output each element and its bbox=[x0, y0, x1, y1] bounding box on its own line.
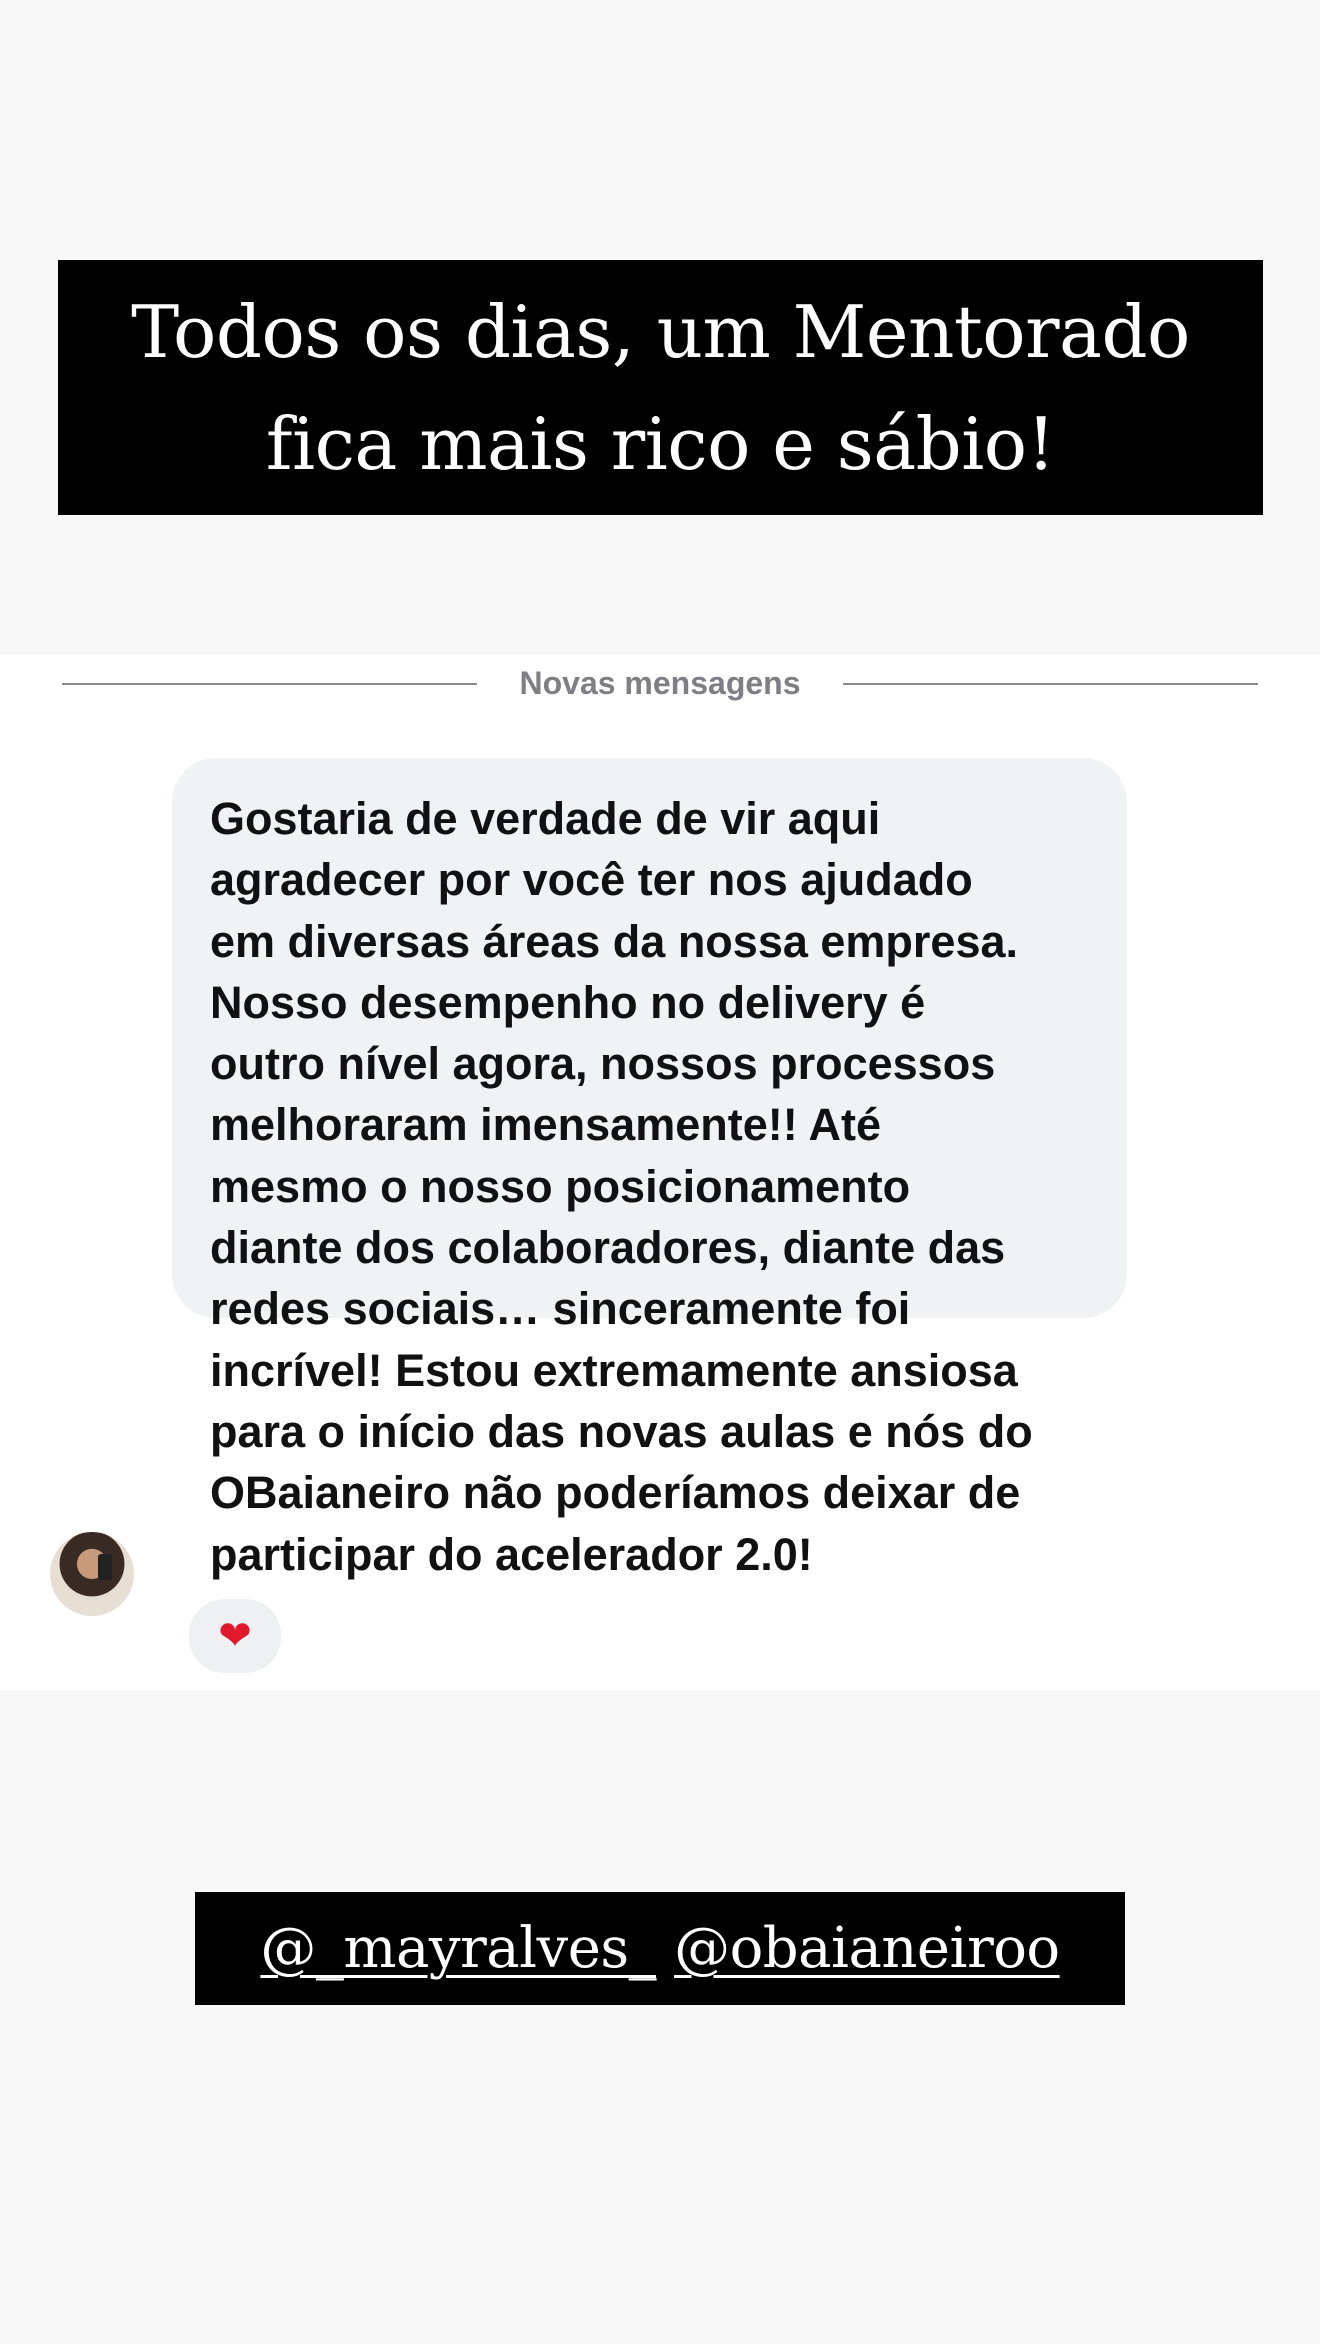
heart-reaction-icon[interactable]: ❤ bbox=[185, 1595, 285, 1677]
mentions-box: @_mayralves_ @obaianeiroo bbox=[195, 1892, 1125, 2005]
user-avatar-icon[interactable] bbox=[50, 1532, 134, 1616]
headline-box: Todos os dias, um Mentorado fica mais ri… bbox=[58, 260, 1263, 515]
divider-line-right bbox=[843, 683, 1258, 685]
new-messages-divider-label: Novas mensagens bbox=[519, 665, 801, 701]
message-text: Gostaria de verdade de vir aqui agradece… bbox=[210, 793, 1033, 1580]
mention-obaianeiroo[interactable]: @obaianeiroo bbox=[674, 1916, 1060, 1981]
divider-line-left bbox=[62, 683, 477, 685]
chat-panel: Novas mensagens Gostaria de verdade de v… bbox=[0, 655, 1320, 1690]
mention-mayralves[interactable]: @_mayralves_ bbox=[260, 1916, 656, 1981]
headline-text: Todos os dias, um Mentorado fica mais ri… bbox=[131, 289, 1190, 486]
message-bubble[interactable]: Gostaria de verdade de vir aqui agradece… bbox=[172, 758, 1127, 1580]
